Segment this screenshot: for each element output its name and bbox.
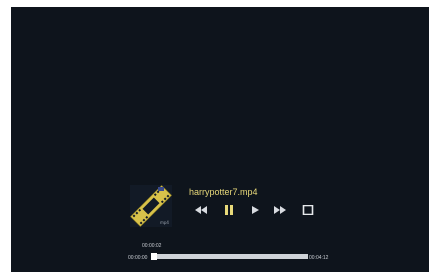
pause-icon [225,205,233,215]
rewind-button[interactable] [194,205,208,215]
film-reel-icon: mp4 [130,185,172,227]
play-button[interactable] [250,205,264,215]
video-thumbnail: mp4 [130,185,172,227]
pause-button[interactable] [223,205,237,215]
stop-button[interactable] [302,205,316,215]
fast-forward-button[interactable] [273,205,287,215]
thumbnail-badge: mp4 [160,220,169,225]
progress-bar[interactable] [151,253,308,260]
video-title: harrypotter7.mp4 [189,187,258,197]
progress-handle[interactable] [151,253,158,260]
end-time-label: 00:04:12 [309,255,329,261]
rewind-icon [195,206,207,214]
current-time-label: 00:00:02 [142,243,162,249]
stop-icon [302,205,314,215]
fast-forward-icon [274,206,286,214]
video-area[interactable]: mp4 harrypotter7.mp4 00:00:02 00:00:00 0… [11,7,429,272]
play-icon [252,206,259,214]
start-time-label: 00:00:00 [128,255,148,261]
